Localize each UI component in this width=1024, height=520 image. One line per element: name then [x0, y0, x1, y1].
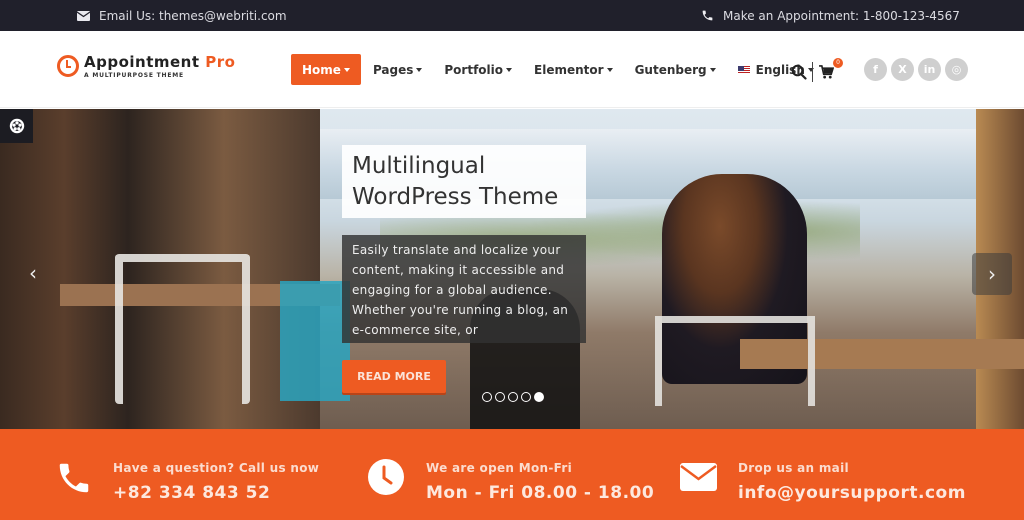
nav-item-label: Portfolio: [444, 62, 504, 77]
slider-prev-button[interactable]: ‹: [18, 256, 48, 290]
nav-item-pages[interactable]: Pages: [362, 54, 433, 85]
contact-value: Mon - Fri 08.00 - 18.00: [426, 483, 655, 503]
logo-clock-icon: [57, 55, 79, 77]
logo-name-accent: Pro: [205, 53, 236, 71]
slider-next-button[interactable]: ›: [972, 253, 1012, 295]
social-links: f X in ◎: [864, 58, 968, 81]
caret-down-icon: [606, 68, 613, 72]
main-nav: Home Pages Portfolio Elementor Gutenberg…: [291, 54, 825, 85]
x-twitter-icon[interactable]: X: [891, 58, 914, 81]
top-bar: Email Us: themes@webriti.com Make an App…: [0, 0, 1024, 31]
topbar-email[interactable]: Email Us: themes@webriti.com: [77, 0, 287, 31]
nav-item-elementor[interactable]: Elementor: [523, 54, 624, 85]
slide-title: Multilingual WordPress Theme: [342, 145, 586, 218]
tools-divider: [812, 62, 813, 82]
contact-label: We are open Mon-Fri: [426, 461, 573, 475]
chevron-right-icon: ›: [988, 262, 996, 286]
contact-label: Drop us an mail: [738, 461, 849, 475]
slider-dot[interactable]: [495, 392, 505, 402]
nav-item-label: Home: [302, 62, 341, 77]
site-logo[interactable]: Appointment Pro A MULTIPURPOSE THEME: [57, 53, 235, 79]
nav-item-portfolio[interactable]: Portfolio: [433, 54, 523, 85]
logo-name-main: Appointment: [84, 53, 200, 71]
topbar-phone-text: Make an Appointment: 1-800-123-4567: [723, 8, 960, 23]
nav-item-label: Pages: [372, 62, 414, 77]
topbar-email-text: Email Us: themes@webriti.com: [99, 8, 287, 23]
nav-item-label: Elementor: [534, 62, 604, 77]
logo-tagline: A MULTIPURPOSE THEME: [84, 72, 184, 79]
nav-item-home[interactable]: Home: [291, 54, 361, 85]
slide-description: Easily translate and localize your conte…: [342, 235, 586, 343]
phone-icon: [702, 10, 713, 21]
topbar-phone[interactable]: Make an Appointment: 1-800-123-4567: [701, 0, 960, 31]
caret-down-icon: [709, 68, 716, 72]
slider-pagination: [482, 392, 544, 402]
facebook-icon[interactable]: f: [864, 58, 887, 81]
nav-item-label: Gutenberg: [634, 62, 707, 77]
linkedin-icon[interactable]: in: [918, 58, 941, 81]
contact-value[interactable]: +82 334 843 52: [113, 483, 270, 503]
chevron-left-icon: ‹: [29, 261, 37, 285]
read-more-button[interactable]: READ MORE: [342, 360, 446, 393]
caret-down-icon: [416, 68, 423, 72]
slide-background-chair: [115, 254, 250, 404]
logo-name: Appointment Pro: [84, 53, 235, 71]
slider-dot[interactable]: [508, 392, 518, 402]
mail-icon: [680, 463, 717, 491]
contact-value[interactable]: info@yoursupport.com: [738, 483, 966, 503]
clock-icon: [368, 459, 404, 495]
site-header: Appointment Pro A MULTIPURPOSE THEME Hom…: [0, 31, 1024, 108]
phone-icon: [59, 463, 89, 493]
style-switcher-button[interactable]: [0, 109, 33, 143]
slide-background-cushion: [280, 281, 350, 401]
cart-icon: [819, 65, 835, 79]
caret-down-icon: [343, 68, 350, 72]
gear-icon: [9, 118, 24, 134]
cart-count-badge: 0: [833, 58, 843, 68]
search-icon[interactable]: [791, 64, 807, 80]
contact-label: Have a question? Call us now: [113, 461, 320, 475]
envelope-icon: [77, 10, 90, 21]
contact-info-strip: Have a question? Call us now +82 334 843…: [0, 429, 1024, 520]
slider-dot-active[interactable]: [534, 392, 544, 402]
header-tools: 0: [791, 58, 843, 83]
slide-background-chair: [655, 316, 815, 406]
slider-dot[interactable]: [521, 392, 531, 402]
nav-item-gutenberg[interactable]: Gutenberg: [624, 54, 727, 85]
instagram-icon[interactable]: ◎: [945, 58, 968, 81]
slider-dot[interactable]: [482, 392, 492, 402]
caret-down-icon: [506, 68, 513, 72]
cart-button[interactable]: 0: [819, 58, 843, 80]
us-flag-icon: [737, 65, 750, 74]
